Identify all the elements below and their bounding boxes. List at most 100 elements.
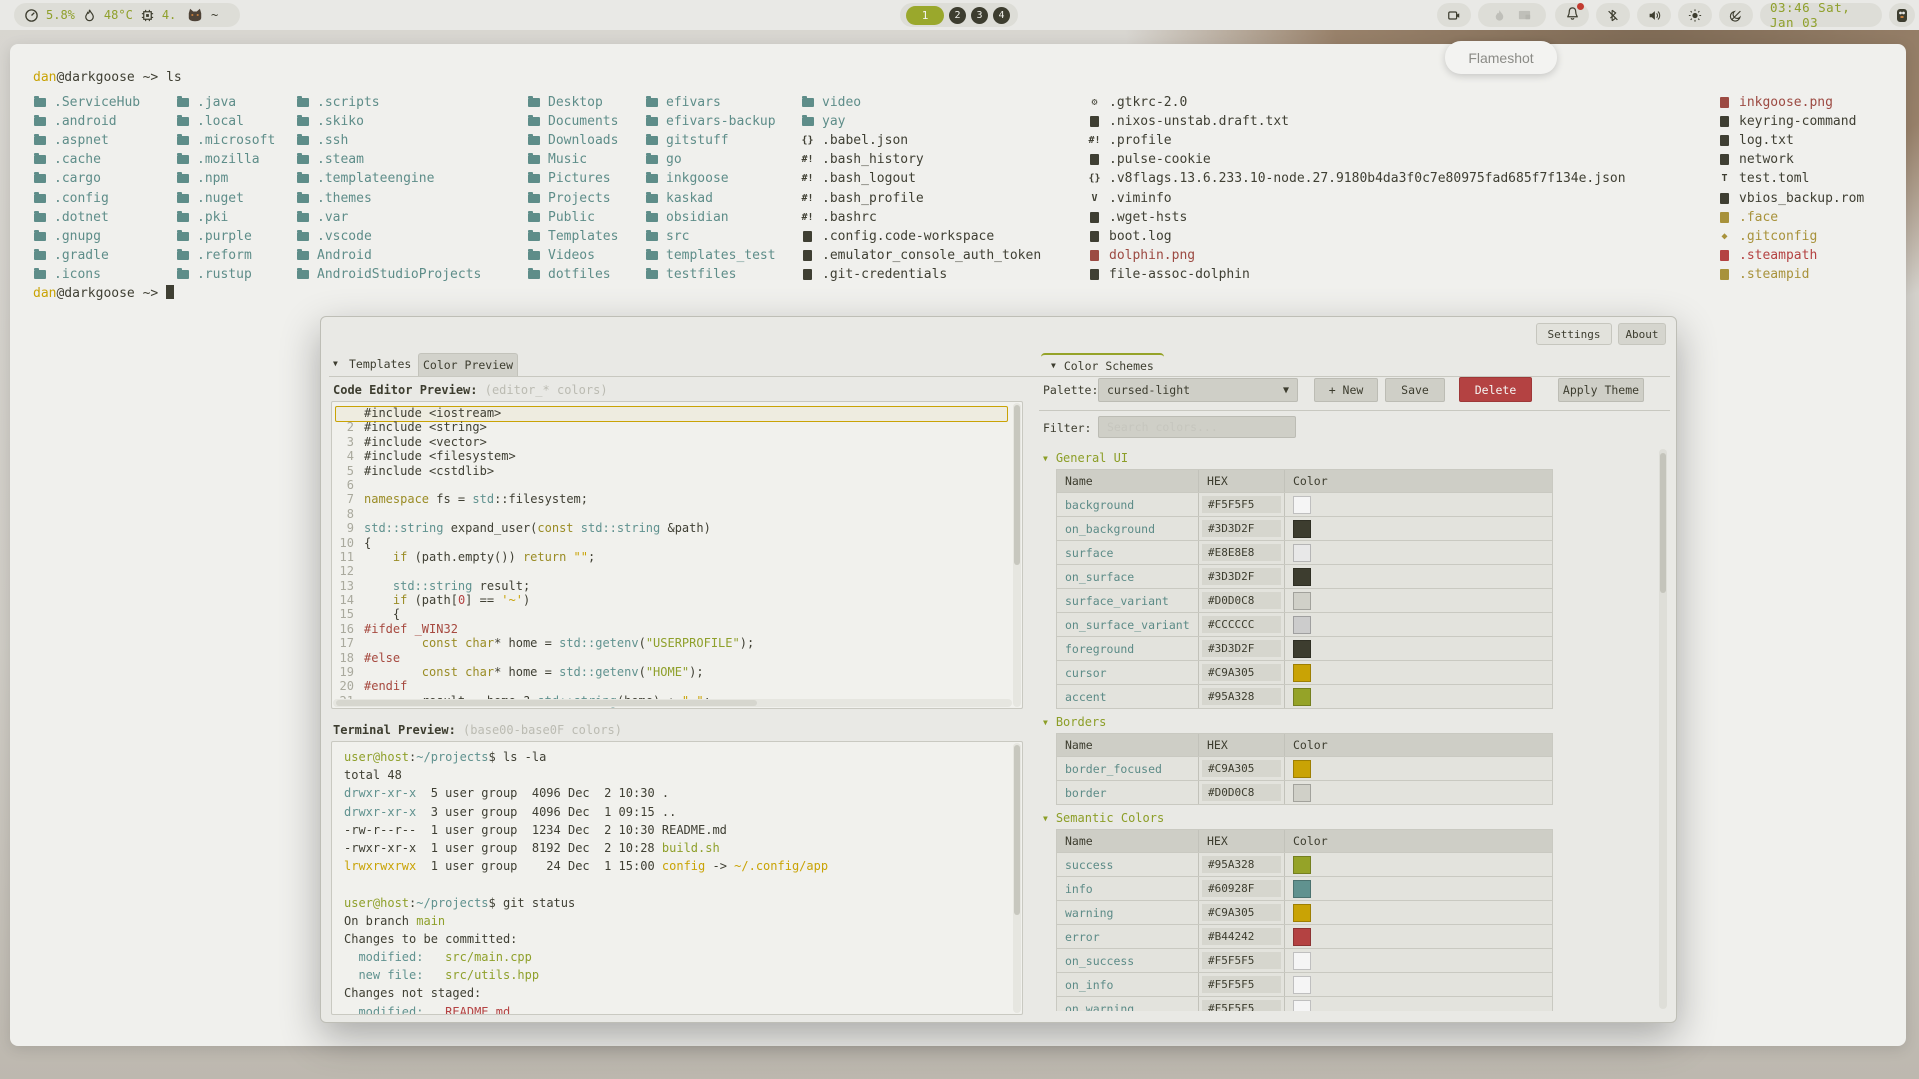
terminal-line [344, 877, 1008, 895]
hex-value-input[interactable]: #D0D0C8 [1202, 592, 1281, 609]
color-swatch[interactable] [1293, 928, 1311, 946]
tab-templates[interactable]: Templates [349, 357, 411, 371]
color-swatch[interactable] [1293, 1000, 1311, 1012]
hex-value-input[interactable]: #C9A305 [1202, 664, 1281, 681]
terminal-preview[interactable]: user@host:~/projects$ ls -latotal 48drwx… [331, 741, 1023, 1015]
about-button[interactable]: About [1618, 323, 1666, 345]
hex-value-input[interactable]: #F5F5F5 [1202, 1000, 1281, 1011]
color-swatch[interactable] [1293, 688, 1311, 706]
ls-item: Projects [527, 188, 618, 207]
file-name: efivars-backup [666, 114, 776, 129]
color-swatch[interactable] [1293, 760, 1311, 778]
editor-hscrollbar-track[interactable] [333, 699, 1012, 707]
delete-button[interactable]: Delete [1459, 377, 1532, 402]
color-swatch[interactable] [1293, 784, 1311, 802]
notifications-button[interactable] [1555, 3, 1589, 27]
hex-value-input[interactable]: #3D3D2F [1202, 520, 1281, 537]
hex-value-input[interactable]: #F5F5F5 [1202, 976, 1281, 993]
cat-avatar-icon [186, 7, 204, 23]
bluetooth-button[interactable] [1596, 3, 1630, 27]
editor-scrollbar-thumb[interactable] [1014, 405, 1020, 565]
workspace-4[interactable]: 4 [993, 7, 1010, 24]
color-swatch[interactable] [1293, 880, 1311, 898]
goose-menu-button[interactable] [1889, 3, 1915, 27]
ls-item: .nuget [176, 188, 275, 207]
terminal-badge-pill[interactable]: ~ [176, 3, 240, 27]
color-swatch[interactable] [1293, 856, 1311, 874]
code-editor-preview[interactable]: #include <iostream>2#include <string>3#i… [331, 401, 1023, 709]
color-swatch[interactable] [1293, 640, 1311, 658]
screencast-button[interactable] [1437, 3, 1471, 27]
filter-input[interactable] [1098, 416, 1296, 438]
hex-value-input[interactable]: #95A328 [1202, 856, 1281, 873]
palette-dropdown[interactable]: cursed-light ▼ [1098, 378, 1298, 402]
ls-item: .vscode [296, 227, 481, 246]
color-swatch[interactable] [1293, 520, 1311, 538]
workspace-1-active[interactable]: 1 [906, 6, 944, 25]
color-swatch[interactable] [1293, 544, 1311, 562]
ls-item: .steampath [1718, 246, 1864, 265]
color-schemes-header[interactable]: ▼ Color Schemes [1041, 353, 1164, 376]
hex-value-input[interactable]: #3D3D2F [1202, 568, 1281, 585]
hex-value-input[interactable]: #C9A305 [1202, 904, 1281, 921]
apply-theme-button[interactable]: Apply Theme [1558, 378, 1644, 402]
section-header[interactable]: ▼Borders [1043, 715, 1651, 729]
new-palette-button[interactable]: + New [1314, 378, 1378, 402]
settings-button[interactable]: Settings [1536, 323, 1612, 345]
ls-item: Android [296, 246, 481, 265]
collapse-triangle-icon[interactable]: ▼ [333, 359, 338, 368]
hex-value-input[interactable]: #E8E8E8 [1202, 544, 1281, 561]
color-swatch[interactable] [1293, 592, 1311, 610]
hex-value-input[interactable]: #D0D0C8 [1202, 784, 1281, 801]
color-swatch[interactable] [1293, 568, 1311, 586]
hex-value-input[interactable]: #3D3D2F [1202, 640, 1281, 657]
ls-item: .ssh [296, 131, 481, 150]
file-name: .gtkrc-2.0 [1109, 95, 1187, 110]
editor-preview-hint: (editor_* colors) [485, 383, 608, 397]
section-header[interactable]: ▼Semantic Colors [1043, 811, 1651, 825]
folder-icon [527, 136, 540, 145]
tray-apps-pill[interactable] [1478, 3, 1546, 27]
section-header[interactable]: ▼General UI [1043, 451, 1651, 465]
chip-icon [140, 8, 155, 23]
volume-button[interactable] [1637, 3, 1671, 27]
folder-icon [645, 194, 658, 203]
prompt-user: dan [33, 70, 56, 85]
clock-pill[interactable]: 03:46 Sat, Jan 03 [1760, 3, 1882, 27]
ls-item: V.viminfo [1088, 188, 1626, 207]
top-bar: 5.8% 48°C 4.7G ~ 1 2 3 4 [0, 0, 1919, 30]
color-swatch[interactable] [1293, 952, 1311, 970]
gauge-icon [24, 8, 39, 23]
system-stats-pill[interactable]: 5.8% 48°C 4.7G [14, 3, 201, 27]
tab-color-preview[interactable]: Color Preview [418, 353, 518, 376]
workspace-3[interactable]: 3 [971, 7, 988, 24]
panel-scrollbar-thumb[interactable] [1660, 453, 1666, 593]
color-swatch[interactable] [1293, 664, 1311, 682]
terminal-scrollbar-thumb[interactable] [1014, 745, 1020, 915]
save-button[interactable]: Save [1385, 378, 1445, 402]
terminal-prompt-line-2[interactable]: dan@darkgoose ~> [33, 285, 174, 301]
color-swatch[interactable] [1293, 496, 1311, 514]
hex-value-input[interactable]: #F5F5F5 [1202, 496, 1281, 513]
file-name: boot.log [1109, 229, 1172, 244]
file-icon: #! [801, 212, 814, 223]
color-swatch[interactable] [1293, 904, 1311, 922]
hex-value-input[interactable]: #C9A305 [1202, 760, 1281, 777]
goose-icon [1894, 6, 1910, 24]
hex-value-input[interactable]: #CCCCCC [1202, 616, 1281, 633]
ls-item: .wget-hsts [1088, 208, 1626, 227]
editor-hscrollbar-thumb[interactable] [336, 700, 757, 706]
hex-value-input[interactable]: #F5F5F5 [1202, 952, 1281, 969]
terminal-scrollbar-track[interactable] [1013, 743, 1021, 1013]
editor-scrollbar-track[interactable] [1013, 403, 1021, 707]
color-swatch[interactable] [1293, 616, 1311, 634]
color-swatch[interactable] [1293, 976, 1311, 994]
hex-value-input[interactable]: #60928F [1202, 880, 1281, 897]
brightness-button[interactable] [1678, 3, 1712, 27]
hex-value-input[interactable]: #B44242 [1202, 928, 1281, 945]
nightlight-button[interactable] [1719, 3, 1753, 27]
hex-value-input[interactable]: #95A328 [1202, 688, 1281, 705]
file-icon: ⚙ [1088, 97, 1101, 108]
folder-icon [176, 251, 189, 260]
workspace-2[interactable]: 2 [949, 7, 966, 24]
